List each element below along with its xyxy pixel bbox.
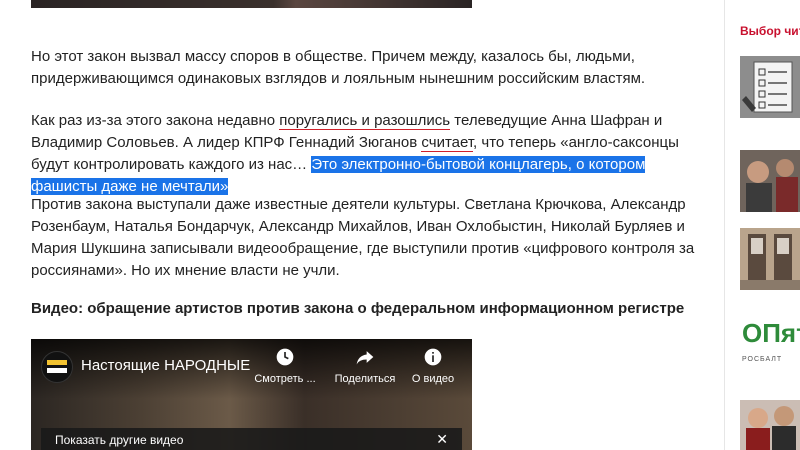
video-info-button[interactable]: О видео: [401, 347, 465, 385]
more-videos-bar[interactable]: Показать другие видео ✕: [41, 428, 462, 450]
video-title[interactable]: Настоящие НАРОДНЫЕ...: [81, 357, 251, 374]
brand-logo-text: ОПят: [742, 318, 800, 348]
watch-later-button[interactable]: Смотреть ...: [253, 347, 317, 385]
clock-icon: [276, 348, 294, 366]
sidebar-thumb-brand-logo[interactable]: ОПят РОСБАЛТ: [740, 312, 800, 368]
video-info-label: О видео: [411, 373, 455, 385]
watch-later-label: Смотреть ...: [254, 373, 316, 385]
sidebar-divider: [724, 0, 725, 450]
video-heading: Видео: обращение артистов против закона …: [31, 300, 685, 317]
more-videos-label: Показать другие видео: [55, 433, 184, 447]
sidebar-thumb-crowd[interactable]: [740, 150, 800, 212]
paragraph-controversy: Но этот закон вызвал массу споров в обще…: [31, 48, 646, 87]
brand-logo-subtext: РОСБАЛТ: [742, 356, 783, 363]
channel-avatar[interactable]: [41, 351, 73, 383]
previous-image-bottom: [31, 0, 472, 8]
video-player[interactable]: Настоящие НАРОДНЫЕ... Смотреть ... Подел…: [31, 339, 472, 450]
link-thinks[interactable]: считает: [421, 134, 474, 152]
sidebar-title: Выбор чита: [740, 24, 800, 38]
sidebar-thumb-people[interactable]: [740, 400, 800, 450]
p2-text-before: Как раз из-за этого закона недавно: [31, 112, 280, 129]
paragraph-quarrel: Как раз из-за этого закона недавно поруг…: [31, 110, 711, 198]
info-icon: [424, 348, 442, 366]
share-label: Поделиться: [334, 373, 396, 385]
sidebar-thumb-checklist[interactable]: [740, 56, 800, 118]
paragraph-culture-figures: Против закона выступали даже известные д…: [31, 196, 695, 279]
share-arrow-icon: [356, 351, 374, 365]
link-quarrel[interactable]: поругались и разошлись: [279, 112, 451, 130]
close-icon[interactable]: ✕: [436, 431, 448, 448]
share-button[interactable]: Поделиться: [333, 347, 397, 385]
sidebar-thumb-building[interactable]: [740, 228, 800, 290]
